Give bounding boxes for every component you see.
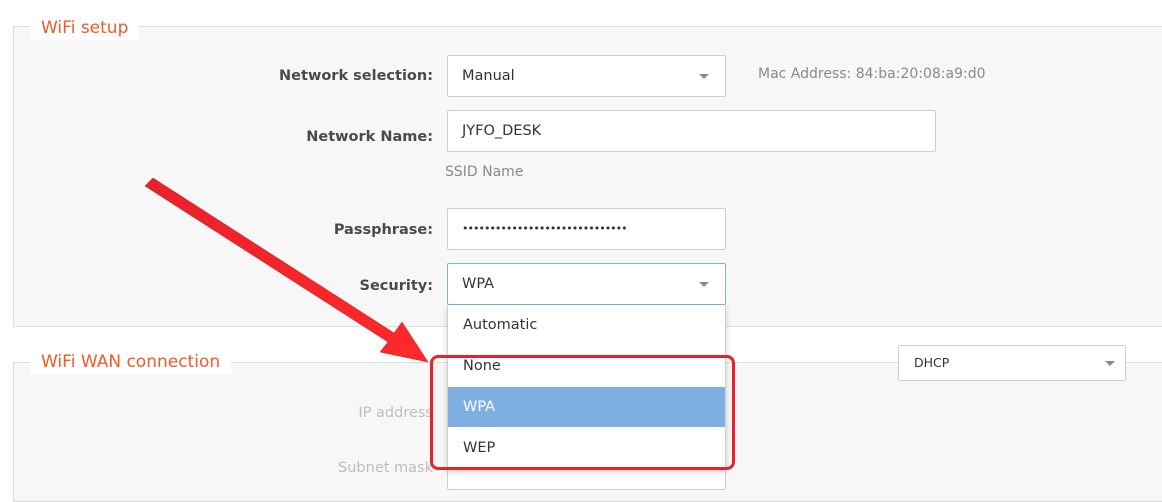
network-name-input[interactable]: JYFO_DESK: [447, 110, 936, 152]
wifi-wan-legend: WiFi WAN connection: [30, 350, 232, 374]
wan-mode-select[interactable]: DHCP: [898, 345, 1126, 381]
network-name-value: JYFO_DESK: [462, 123, 542, 139]
network-selection-label: Network selection:: [279, 68, 433, 84]
network-name-label: Network Name:: [306, 129, 433, 145]
passphrase-label: Passphrase:: [333, 222, 433, 238]
mac-address-text: Mac Address: 84:ba:20:08:a9:d0: [758, 66, 986, 82]
security-option-automatic[interactable]: Automatic: [448, 305, 725, 345]
network-selection-value: Manual: [462, 68, 515, 84]
security-option-none[interactable]: None: [448, 346, 725, 386]
ssid-hint: SSID Name: [445, 164, 524, 180]
security-select[interactable]: WPA: [447, 263, 726, 305]
subnet-mask-label: Subnet mask: [338, 460, 433, 476]
dropdown-caret-icon: [1105, 361, 1115, 366]
dropdown-caret-icon: [699, 74, 709, 79]
wifi-setup-legend: WiFi setup: [30, 16, 140, 40]
wan-mode-value: DHCP: [914, 355, 950, 370]
ip-address-label: IP address: [358, 405, 433, 421]
security-value: WPA: [462, 276, 495, 292]
passphrase-input[interactable]: ••••••••••••••••••••••••••••••: [447, 208, 726, 250]
passphrase-value: ••••••••••••••••••••••••••••••: [462, 222, 628, 235]
dropdown-caret-icon: [699, 282, 709, 287]
security-option-wep[interactable]: WEP: [448, 428, 725, 468]
network-selection-select[interactable]: Manual: [447, 55, 726, 97]
security-option-wpa[interactable]: WPA: [448, 387, 725, 427]
security-label: Security:: [359, 278, 434, 294]
security-dropdown-list: Automatic None WPA WEP: [447, 305, 726, 469]
